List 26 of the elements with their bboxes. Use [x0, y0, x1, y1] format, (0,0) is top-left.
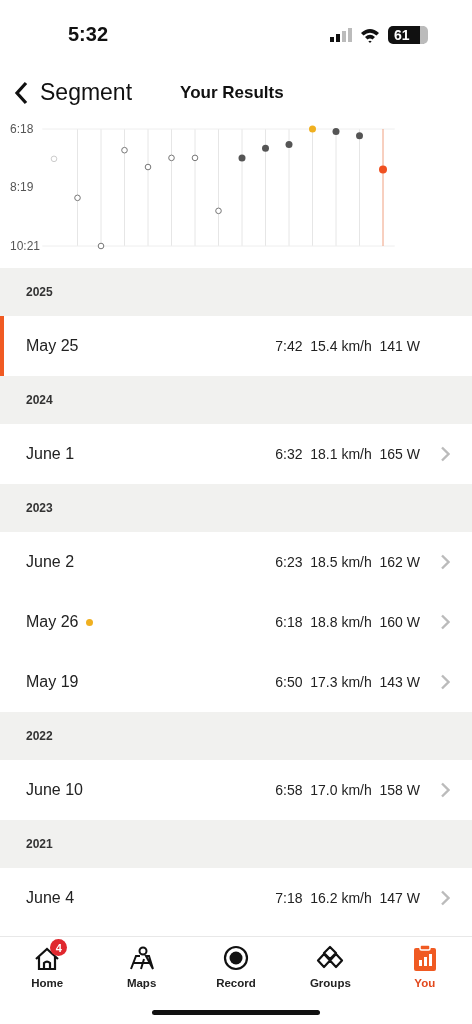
result-date: May 26 — [26, 613, 79, 631]
axis-label: 6:18 — [10, 122, 34, 136]
result-stats: 7:42 15.4 km/h 141 W — [275, 338, 420, 354]
battery-indicator: 61 — [388, 26, 428, 44]
year-header: 2025 — [0, 268, 472, 316]
result-stats: 6:32 18.1 km/h 165 W — [275, 446, 420, 462]
result-stats: 6:23 18.5 km/h 162 W — [275, 554, 420, 570]
notification-badge: 4 — [50, 939, 68, 956]
year-header: 2022 — [0, 712, 472, 760]
result-stats: 6:58 17.0 km/h 158 W — [275, 782, 420, 798]
status-time: 5:32 — [68, 22, 109, 46]
result-date: May 25 — [26, 337, 79, 355]
axis-label: 10:21 — [10, 239, 41, 253]
result-date: June 1 — [26, 445, 75, 463]
result-date: May 19 — [26, 673, 79, 691]
result-date: June 4 — [26, 889, 75, 907]
result-date: June 10 — [26, 781, 83, 799]
result-stats: 6:18 18.8 km/h 160 W — [275, 614, 420, 630]
page-title: Your Results — [180, 82, 284, 103]
axis-label: 8:19 — [10, 180, 34, 195]
year-header: 2021 — [0, 820, 472, 868]
result-date: June 2 — [26, 553, 75, 571]
year-header: 2023 — [0, 484, 472, 532]
result-stats: 6:50 17.3 km/h 143 W — [275, 674, 420, 690]
year-header: 2024 — [0, 376, 472, 424]
result-stats: 7:18 16.2 km/h 147 W — [275, 890, 420, 906]
